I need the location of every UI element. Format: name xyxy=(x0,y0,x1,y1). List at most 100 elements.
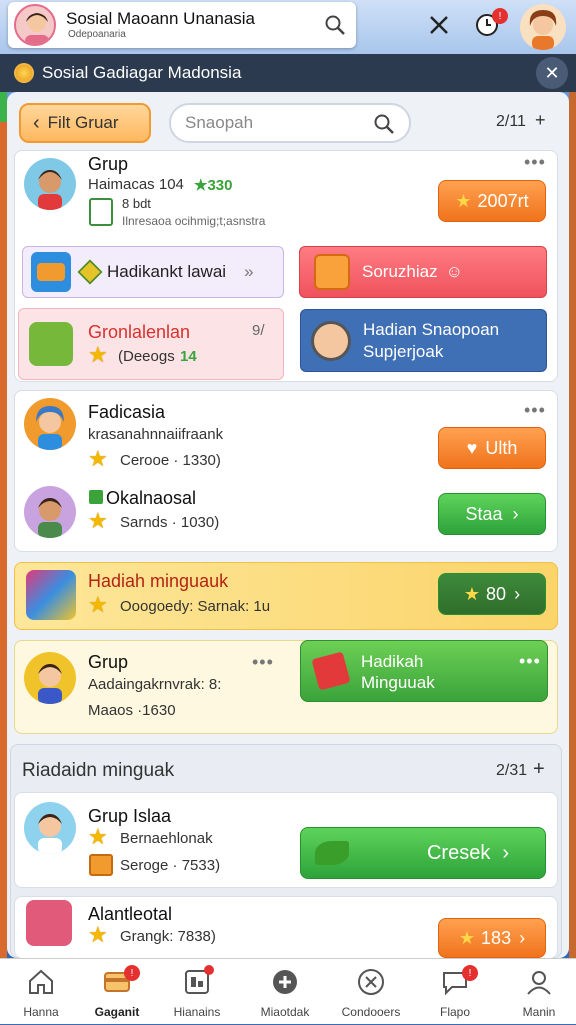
search-icon[interactable] xyxy=(320,10,350,40)
group-avatar[interactable] xyxy=(24,158,76,210)
user-avatar[interactable] xyxy=(14,4,56,46)
app-subtitle: Odepoanaria xyxy=(68,29,126,40)
group-avatar[interactable] xyxy=(24,652,76,704)
nav-label: Miaotdak xyxy=(260,1005,310,1019)
app-title: Sosial Maoann Unanasia xyxy=(66,9,256,28)
group-avatar[interactable] xyxy=(24,486,76,538)
star-icon: ★ xyxy=(458,927,476,948)
add-icon[interactable]: + xyxy=(533,758,545,781)
person-icon xyxy=(527,971,551,995)
nav-profile[interactable]: Manin xyxy=(498,959,576,1025)
add-icon[interactable]: + xyxy=(535,110,546,131)
check-icon xyxy=(89,490,103,504)
nav-add[interactable]: Miaotdak xyxy=(244,959,326,1025)
notification-badge: ! xyxy=(124,965,140,981)
worker-icon xyxy=(311,320,351,361)
group-line1: Bernaehlonak xyxy=(120,830,213,847)
group-action-button[interactable]: Cresek › xyxy=(300,827,546,879)
group-name: Okalnaosal xyxy=(106,488,197,508)
group-avatar[interactable] xyxy=(24,398,76,450)
tile-blue-line2: Supjerjoak xyxy=(363,341,444,361)
more-options-icon[interactable]: ••• xyxy=(524,152,546,173)
star-icon: ★ xyxy=(88,508,108,533)
document-icon xyxy=(89,198,113,226)
chevron-right-icon: › xyxy=(502,841,510,864)
weekly-reward-button[interactable]: ★ 80 › xyxy=(438,573,546,615)
tile-blue[interactable]: Hadian Snaopoan Supjerjoak xyxy=(300,309,547,372)
star-icon: ★ xyxy=(88,824,108,849)
star-icon: ★ xyxy=(88,342,108,367)
character-icon xyxy=(29,322,73,366)
candy-icon xyxy=(26,570,76,620)
more-options-icon[interactable]: ••• xyxy=(252,652,274,673)
tile-red[interactable]: Soruzhiaz ☺ xyxy=(299,246,547,298)
banner-bar: Sosial Gadiagar Madonsia ✕ xyxy=(0,54,576,92)
nav-label: Flapo xyxy=(439,1005,471,1019)
star-icon: ★ xyxy=(88,922,108,947)
nav-home[interactable]: Hanna xyxy=(0,959,82,1025)
reward-button-label: 2007rt xyxy=(477,190,529,211)
group-line2: Seroge · 7533) xyxy=(120,857,221,874)
nav-chat[interactable]: ! Flapo xyxy=(414,959,496,1025)
group-line2: 8 bdt xyxy=(122,196,151,211)
close-banner-button[interactable]: ✕ xyxy=(536,57,568,89)
weekly-gift-card[interactable]: Hadikah Minguuak ••• xyxy=(300,640,548,702)
profile-avatar[interactable] xyxy=(520,4,566,50)
nav-games[interactable]: Hianains xyxy=(156,959,238,1025)
group-name: Grup xyxy=(88,154,129,174)
weekly-reward-button-label: 80 xyxy=(486,583,507,604)
more-options-icon[interactable]: ••• xyxy=(519,651,541,672)
nav-label: Condooers xyxy=(341,1005,401,1019)
clock-notification-icon[interactable]: ! xyxy=(472,8,508,40)
top-bar: Sosial Maoann Unanasia Odepoanaria ! xyxy=(0,0,576,54)
search-input[interactable]: Snaopah xyxy=(169,103,411,143)
tile-pink-sub: (Deeogs xyxy=(118,348,175,365)
tile-red-label: Soruzhiaz xyxy=(362,262,438,281)
chevron-left-icon: ‹ xyxy=(33,111,40,134)
nav-gifts[interactable]: ! Gaganit xyxy=(76,959,158,1025)
filter-back-button[interactable]: ‹ Filt Gruar xyxy=(19,103,151,143)
search-icon xyxy=(373,113,395,140)
close-x-icon[interactable] xyxy=(424,10,454,40)
notification-badge: ! xyxy=(492,8,508,24)
tile-pink-tag: 14 xyxy=(180,348,197,365)
expand-icon: » xyxy=(244,262,254,281)
filter-label: Filt Gruar xyxy=(47,113,119,132)
emoji-icon: ☺ xyxy=(445,262,463,281)
tile-purple-label: Hadikankt lawai xyxy=(107,262,227,281)
more-options-icon[interactable]: ••• xyxy=(524,400,546,421)
join-button-label: Staa xyxy=(465,503,503,524)
chevron-right-icon: › xyxy=(519,927,526,948)
nav-label: Manin xyxy=(522,1005,556,1019)
group-avatar[interactable] xyxy=(26,900,72,946)
group-avatar[interactable] xyxy=(24,802,76,854)
nav-label: Hanna xyxy=(23,1005,59,1019)
tile-purple[interactable]: Hadikankt lawai » xyxy=(22,246,284,298)
bottom-navigation: Hanna ! Gaganit Hianains Miaotdak Condoo… xyxy=(0,958,576,1024)
group-line1: Grangk: 7838) xyxy=(120,928,216,945)
join-button[interactable]: Staa › xyxy=(438,493,546,535)
tile-pink[interactable] xyxy=(18,308,284,380)
group-line1: Aadaingakrnvrak: 8: xyxy=(88,676,222,693)
cube-icon xyxy=(77,259,103,285)
reward-button[interactable]: ★ 183 › xyxy=(438,918,546,958)
reward-button-label: 183 xyxy=(481,927,512,948)
waffle-icon xyxy=(31,252,71,292)
chevron-right-icon: › xyxy=(512,503,519,524)
coin-icon xyxy=(14,63,34,83)
group-line2: Cerooe · 1330) xyxy=(120,452,221,469)
panel-accent xyxy=(0,92,7,122)
weekly-reward-title: Hadiah minguauk xyxy=(88,571,229,591)
side-decoration-right xyxy=(569,92,576,958)
star-icon: ★ xyxy=(463,583,481,604)
tile-pink-title: Gronlalenlan xyxy=(88,322,191,342)
group-tag: ★330 xyxy=(194,177,233,194)
weekly-gift-line2: Minguuak xyxy=(361,673,435,692)
section-count: 2/31 xyxy=(496,762,528,779)
nav-contacts[interactable]: Condooers xyxy=(330,959,412,1025)
reward-button[interactable]: ★ 2007rt xyxy=(438,180,546,222)
reward-button[interactable]: ♥ Ulth xyxy=(438,427,546,469)
gift-icon xyxy=(314,254,350,290)
reward-button-label: Ulth xyxy=(485,437,518,458)
search-placeholder: Snaopah xyxy=(185,113,254,132)
